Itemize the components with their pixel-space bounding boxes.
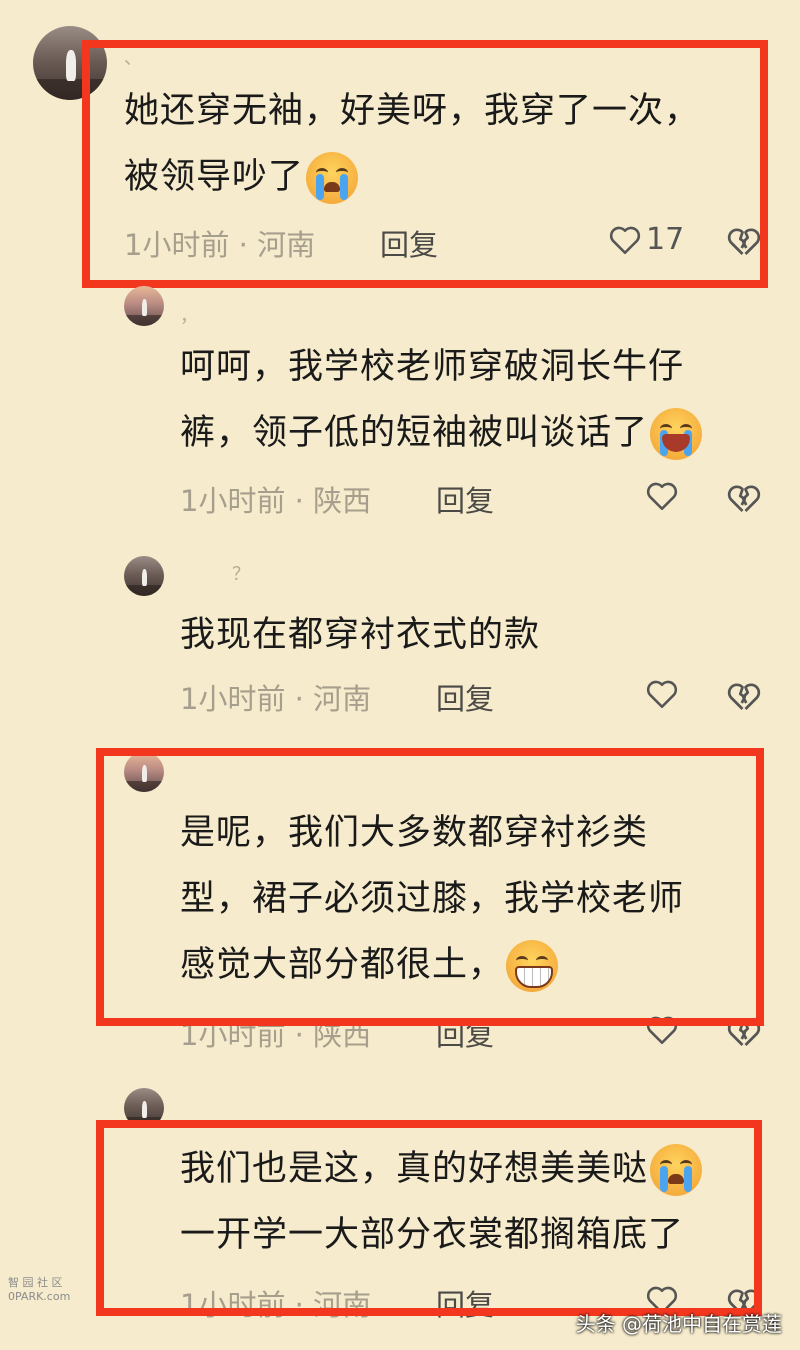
comment-text: 呵呵，我学校老师穿破洞长牛仔 裤，领子低的短袖被叫谈话了: [180, 334, 703, 466]
separator: ·: [294, 484, 304, 518]
reply-button[interactable]: 回复: [436, 676, 494, 718]
highlight-box: [96, 748, 764, 1026]
site-watermark: 智 园 社 区 0PARK.com: [8, 1276, 70, 1304]
comment-location: 河南: [313, 682, 372, 716]
comment-time: 1小时前: [180, 682, 286, 716]
reply-button[interactable]: 回复: [436, 478, 494, 520]
username[interactable]: ，: [180, 302, 198, 328]
broken-heart-icon[interactable]: [726, 481, 762, 517]
username[interactable]: ？: [232, 560, 250, 586]
like-button[interactable]: [645, 678, 679, 710]
comment-meta: 1小时前 · 河南: [180, 676, 371, 718]
comment-meta: 1小时前 · 陕西: [180, 478, 371, 520]
comment-text: 我现在都穿衬衣式的款: [180, 602, 540, 668]
comment-time: 1小时前: [180, 484, 286, 518]
laughing-face-icon: [650, 408, 703, 460]
brand-watermark: 头条 @荷池中自在赏莲: [575, 1312, 782, 1336]
highlight-box: [96, 1120, 762, 1316]
site-watermark-line: 0PARK.com: [8, 1290, 71, 1303]
highlight-box: [82, 40, 768, 288]
site-watermark-line: 智 园 社 区: [8, 1276, 63, 1289]
comment-line: 我现在都穿衬衣式的款: [180, 615, 541, 655]
comment-location: 陕西: [313, 484, 372, 518]
avatar[interactable]: [124, 556, 164, 596]
heart-icon: [646, 680, 678, 709]
comment-line: 裤，领子低的短袖被叫谈话了: [180, 413, 649, 453]
heart-icon: [646, 482, 678, 511]
like-button[interactable]: [645, 480, 679, 512]
broken-heart-icon[interactable]: [726, 679, 762, 715]
comment-line: 呵呵，我学校老师穿破洞长牛仔: [180, 347, 685, 387]
separator: ·: [294, 682, 304, 716]
avatar[interactable]: [124, 286, 164, 326]
